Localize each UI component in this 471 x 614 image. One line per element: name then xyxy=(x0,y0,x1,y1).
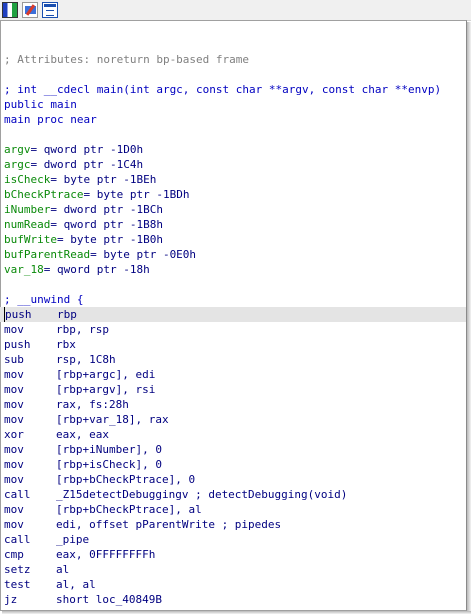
operands: short loc_40849B xyxy=(56,593,162,606)
mnemonic: call xyxy=(4,488,31,501)
attributes-comment: ; Attributes: noreturn bp-based frame xyxy=(4,53,250,66)
stack-var-line[interactable]: isCheck= byte ptr -1BEh xyxy=(0,172,466,187)
operands: rbp xyxy=(57,308,77,321)
mnemonic: mov xyxy=(4,368,24,381)
instruction-line[interactable]: mov [rbp+isCheck], 0 xyxy=(0,457,466,472)
operands: _Z15detectDebuggingv ; detectDebugging(v… xyxy=(56,488,348,501)
panel-shadow-right xyxy=(467,22,471,614)
operands: _pipe xyxy=(56,533,90,546)
mnemonic: mov xyxy=(4,518,24,531)
instruction-line[interactable]: xor eax, eax xyxy=(0,427,466,442)
instruction-line[interactable]: call _pipe xyxy=(0,532,466,547)
operands: al, al xyxy=(56,578,96,591)
mnemonic: jz xyxy=(4,593,18,606)
stack-var-line[interactable]: bufParentRead= byte ptr -0E0h xyxy=(0,247,466,262)
instruction-line[interactable]: mov rbp, rsp xyxy=(0,322,466,337)
instruction-line[interactable]: jz short loc_40849B xyxy=(0,592,466,607)
window-icon[interactable] xyxy=(42,2,58,18)
mnemonic: sub xyxy=(4,353,24,366)
operands: [rbp+iNumber], 0 xyxy=(56,443,162,456)
mnemonic: mov xyxy=(4,458,24,471)
stack-var-line[interactable]: bCheckPtrace= byte ptr -1BDh xyxy=(0,187,466,202)
instruction-line[interactable]: test al, al xyxy=(0,577,466,592)
instruction-line[interactable]: setz al xyxy=(0,562,466,577)
mnemonic: setz xyxy=(4,563,31,576)
instruction-line[interactable]: mov [rbp+bCheckPtrace], al xyxy=(0,502,466,517)
stack-var-line[interactable]: iNumber= dword ptr -1BCh xyxy=(0,202,466,217)
proc-directive: main proc near xyxy=(4,113,97,126)
operands: [rbp+argc], edi xyxy=(56,368,156,381)
stack-var-def: = byte ptr -1BDh xyxy=(83,188,190,201)
stack-var-line[interactable]: bufWrite= byte ptr -1B0h xyxy=(0,232,466,247)
mnemonic: mov xyxy=(4,398,24,411)
stack-var-name[interactable]: iNumber xyxy=(4,203,50,216)
stack-var-def: = byte ptr -1B0h xyxy=(56,233,163,246)
stack-var-line[interactable]: argv= qword ptr -1D0h xyxy=(0,142,466,157)
mnemonic: mov xyxy=(4,473,24,486)
stack-var-name[interactable]: argc xyxy=(4,158,31,171)
mnemonic: test xyxy=(4,578,31,591)
operands: edi, offset pParentWrite ; pipedes xyxy=(56,518,282,531)
public-directive: public main xyxy=(4,98,77,111)
mnemonic: mov xyxy=(4,323,24,336)
stack-var-name[interactable]: bufParentRead xyxy=(4,248,90,261)
instruction-line[interactable]: push rbp xyxy=(0,307,466,322)
operands: rax, fs:28h xyxy=(56,398,129,411)
stack-var-def: = byte ptr -1BEh xyxy=(50,173,157,186)
stack-var-name[interactable]: isCheck xyxy=(4,173,50,186)
mnemonic: mov xyxy=(4,443,24,456)
stack-var-def: = qword ptr -1B8h xyxy=(50,218,163,231)
instruction-line[interactable]: call _Z15detectDebuggingv ; detectDebuggi… xyxy=(0,487,466,502)
mnemonic: push xyxy=(4,338,31,351)
operands: [rbp+var_18], rax xyxy=(56,413,169,426)
operands: rbp, rsp xyxy=(56,323,109,336)
operands: rbx xyxy=(56,338,76,351)
mnemonic: cmp xyxy=(4,548,24,561)
stack-var-line[interactable]: var_18= qword ptr -18h xyxy=(0,262,466,277)
instruction-line[interactable]: mov rax, fs:28h xyxy=(0,397,466,412)
instruction-line[interactable]: sub rsp, 1C8h xyxy=(0,352,466,367)
edit-icon[interactable] xyxy=(22,2,38,18)
stack-var-line[interactable]: numRead= qword ptr -1B8h xyxy=(0,217,466,232)
instruction-line[interactable]: mov [rbp+argc], edi xyxy=(0,367,466,382)
stack-var-name[interactable]: var_18 xyxy=(4,263,44,276)
unwind-comment: ; __unwind { xyxy=(4,293,84,306)
operands: eax, eax xyxy=(56,428,109,441)
operands: al xyxy=(56,563,70,576)
graph-view-icon[interactable] xyxy=(2,2,18,18)
stack-var-def: = qword ptr -18h xyxy=(43,263,150,276)
operands: rsp, 1C8h xyxy=(56,353,116,366)
operands: [rbp+isCheck], 0 xyxy=(56,458,162,471)
mnemonic: push xyxy=(4,307,57,322)
mnemonic: mov xyxy=(4,503,24,516)
instruction-line[interactable]: cmp eax, 0FFFFFFFFh xyxy=(0,547,466,562)
mnemonic: mov xyxy=(4,413,24,426)
stack-var-name[interactable]: bCheckPtrace xyxy=(4,188,83,201)
instruction-line[interactable]: mov [rbp+var_18], rax xyxy=(0,412,466,427)
operands: [rbp+bCheckPtrace], 0 xyxy=(56,473,196,486)
mnemonic: mov xyxy=(4,383,24,396)
stack-var-def: = qword ptr -1D0h xyxy=(30,143,144,156)
operands: [rbp+bCheckPtrace], al xyxy=(56,503,202,516)
instruction-line[interactable]: mov [rbp+bCheckPtrace], 0 xyxy=(0,472,466,487)
stack-var-def: = dword ptr -1BCh xyxy=(50,203,163,216)
instruction-line[interactable]: mov [rbp+iNumber], 0 xyxy=(0,442,466,457)
instruction-line[interactable]: mov edi, offset pParentWrite ; pipedes xyxy=(0,517,466,532)
instruction-line[interactable]: push rbx xyxy=(0,337,466,352)
instruction-line[interactable]: mov [rbp+argv], rsi xyxy=(0,382,466,397)
toolbar xyxy=(0,0,471,21)
stack-var-def: = byte ptr -0E0h xyxy=(90,248,197,261)
mnemonic: call xyxy=(4,533,31,546)
stack-var-name[interactable]: argv xyxy=(4,143,31,156)
operands: [rbp+argv], rsi xyxy=(56,383,156,396)
operands: eax, 0FFFFFFFFh xyxy=(56,548,156,561)
stack-var-def: = dword ptr -1C4h xyxy=(30,158,144,171)
function-prototype-comment: ; int __cdecl main(int argc, const char … xyxy=(4,83,442,96)
mnemonic: xor xyxy=(4,428,24,441)
stack-var-line[interactable]: argc= dword ptr -1C4h xyxy=(0,157,466,172)
stack-var-name[interactable]: numRead xyxy=(4,218,50,231)
stack-var-name[interactable]: bufWrite xyxy=(4,233,57,246)
